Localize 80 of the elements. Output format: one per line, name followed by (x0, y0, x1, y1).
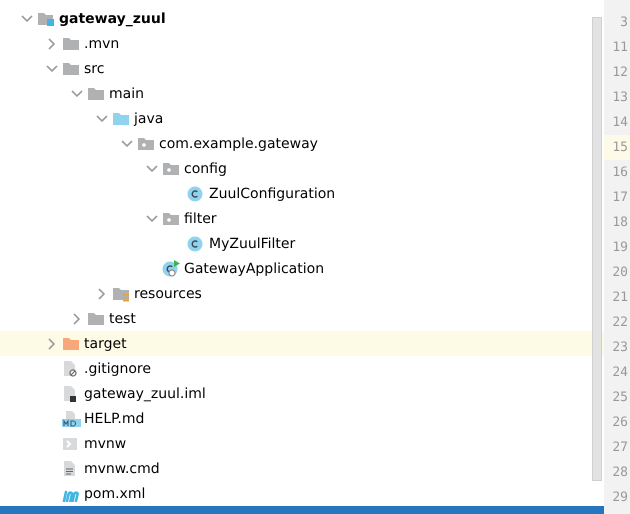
item-label: filter (184, 210, 217, 226)
line-number: 23 (611, 339, 629, 357)
tree-item[interactable]: main (0, 81, 590, 106)
markdown-file-icon (62, 410, 82, 427)
tree-item[interactable]: .gitignore (0, 356, 590, 381)
line-number: 22 (611, 314, 629, 332)
item-label: .gitignore (84, 360, 151, 376)
module-file-icon (62, 385, 78, 402)
terminal-file-icon (62, 436, 78, 450)
line-number: 16 (611, 164, 629, 182)
line-number: 28 (611, 464, 629, 482)
item-label: MyZuulFilter (209, 236, 296, 252)
item-label: gateway_zuul (59, 10, 166, 26)
highlighted-tree-item[interactable]: target (0, 331, 604, 356)
folder-icon (87, 86, 105, 102)
item-label: mvnw.cmd (84, 460, 160, 476)
class-icon (187, 186, 203, 202)
line-number: 13 (611, 89, 629, 107)
line-number: 3 (619, 14, 629, 32)
class-icon (187, 236, 203, 252)
tree-item[interactable]: pom.xml (0, 481, 590, 506)
item-label: src (84, 60, 104, 76)
item-label: .mvn (84, 36, 120, 52)
tree-item[interactable]: .mvn (0, 31, 590, 56)
line-number: 18 (611, 214, 629, 232)
tree-item[interactable]: MyZuulFilter (0, 231, 590, 256)
line-number: 19 (611, 239, 629, 257)
tree-item[interactable]: java (0, 106, 590, 131)
tree-item[interactable]: src (0, 56, 590, 81)
item-label: HELP.md (84, 410, 144, 426)
line-number: 25 (611, 389, 629, 407)
scrollbar[interactable] (592, 17, 602, 481)
line-number: 15 (604, 135, 630, 160)
package-icon (162, 210, 180, 226)
tree-item[interactable]: ZuulConfiguration (0, 181, 590, 206)
item-label: java (134, 110, 164, 126)
line-number: 26 (611, 414, 629, 432)
item-label: com.example.gateway (159, 136, 318, 152)
tree-item[interactable]: filter (0, 206, 590, 231)
item-label: config (184, 160, 227, 176)
tree-item[interactable]: HELP.md (0, 406, 590, 431)
package-icon (162, 160, 180, 176)
item-label: ZuulConfiguration (209, 186, 336, 202)
tree-item[interactable]: GatewayApplication (0, 256, 590, 281)
line-number: 12 (611, 64, 629, 82)
item-label: GatewayApplication (184, 260, 324, 276)
folder-icon (62, 336, 80, 352)
folder-icon (62, 36, 80, 52)
item-label: mvnw (84, 436, 126, 452)
tree-item[interactable]: mvnw.cmd (0, 456, 590, 481)
tree-item[interactable]: config (0, 156, 590, 181)
item-label: main (109, 86, 144, 102)
line-number: 11 (611, 39, 629, 57)
line-number: 29 (611, 489, 629, 507)
tree-item[interactable]: mvnw (0, 431, 590, 456)
tree-item[interactable]: gateway_zuul (0, 6, 590, 31)
folder-icon (87, 310, 105, 326)
tree-item[interactable]: test (0, 306, 590, 331)
line-number: 17 (611, 189, 629, 207)
tree-item[interactable]: com.example.gateway (0, 131, 590, 156)
line-number: 24 (611, 364, 629, 382)
line-number: 21 (611, 289, 629, 307)
resources-folder-icon (112, 286, 130, 302)
item-label: test (109, 310, 136, 326)
line-number: 14 (611, 114, 629, 132)
line-number: 27 (611, 439, 629, 457)
folder-icon (62, 60, 80, 76)
package-icon (137, 136, 155, 152)
folder-icon (112, 110, 130, 126)
item-label: gateway_zuul.iml (84, 386, 206, 402)
item-label: resources (134, 286, 202, 302)
module-icon (37, 10, 55, 26)
ignored-file-icon (62, 360, 78, 377)
item-label: target (84, 336, 127, 352)
line-number: 20 (611, 264, 629, 282)
item-label: pom.xml (84, 486, 146, 502)
runnable-class-icon (162, 260, 180, 277)
tree-item[interactable]: gateway_zuul.iml (0, 381, 590, 406)
text-file-icon (62, 460, 78, 477)
tree-item[interactable]: resources (0, 281, 590, 306)
